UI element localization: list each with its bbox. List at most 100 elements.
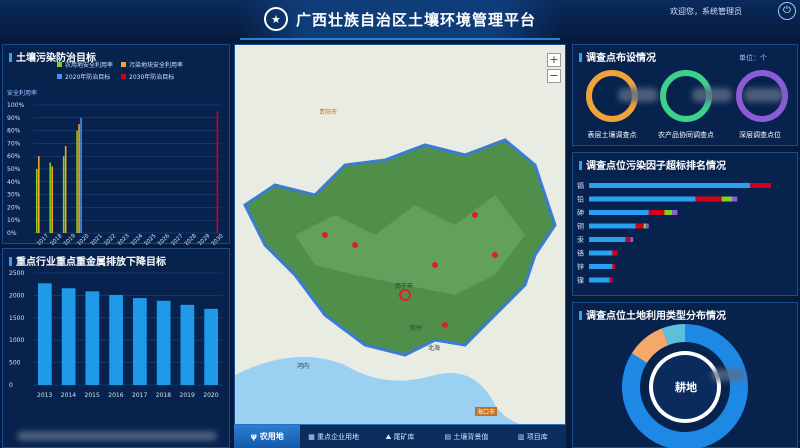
bar	[612, 264, 615, 269]
bar	[612, 250, 618, 256]
category-label: 铬	[577, 249, 584, 258]
tab-enterprise[interactable]: ▦ 重点企业用地	[300, 425, 366, 448]
bar	[648, 210, 665, 215]
legend-swatch	[121, 62, 126, 67]
y-tick: 20%	[7, 204, 21, 211]
tab-background[interactable]: ▤ 土壤背景值	[433, 425, 499, 448]
bar	[589, 210, 649, 215]
map-label: 北海	[428, 345, 441, 352]
bar	[646, 223, 649, 229]
bar	[64, 145, 67, 233]
power-icon[interactable]: ⏻	[778, 2, 796, 20]
zoom-out-button[interactable]: −	[547, 69, 561, 83]
landuse-donut: 耕地	[622, 324, 748, 448]
x-tick: 2017	[132, 392, 147, 399]
bar	[630, 237, 634, 242]
ring-label: 深层调查点位	[739, 131, 781, 139]
x-tick: 2018	[156, 392, 171, 399]
legend-swatch	[57, 62, 62, 67]
x-tick: 2021	[90, 233, 104, 245]
tab-label: 农用地	[259, 431, 284, 441]
emblem-icon: ★	[263, 7, 288, 31]
bar	[589, 277, 610, 283]
y-tick: 500	[9, 360, 21, 367]
bar	[664, 210, 673, 215]
bar	[643, 223, 647, 229]
donut-slice	[661, 324, 686, 346]
category-label: 汞	[577, 236, 584, 244]
pollutant-rank-panel: 调查点位污染因子超标排名情况 镉铅砷铜汞铬锌镍	[572, 152, 798, 296]
bar	[85, 291, 100, 385]
map-view[interactable]: + − 贵阳市 南宁市 钦州 北海 海口市 河内	[234, 44, 566, 448]
bar	[78, 124, 80, 233]
x-tick: 2014	[61, 392, 76, 399]
y-tick: 1000	[9, 337, 24, 344]
x-tick: 2019	[180, 392, 195, 399]
redacted-value	[692, 88, 732, 102]
y-tick: 0%	[7, 230, 17, 237]
bar	[750, 183, 771, 188]
bar	[156, 300, 171, 385]
y-tick: 2000	[9, 292, 24, 299]
bar	[76, 130, 78, 233]
bar	[216, 111, 219, 233]
map-label: 河内	[297, 363, 310, 370]
wheat-icon: ψ	[250, 431, 260, 441]
legend-label: 农用地安全利用率	[65, 61, 113, 69]
category-label: 砷	[577, 208, 584, 217]
bar	[62, 156, 65, 233]
landuse-panel: 调查点位土地利用类型分布情况 耕地	[572, 302, 798, 448]
bar	[635, 223, 644, 229]
bar	[133, 298, 147, 385]
bar	[109, 294, 123, 385]
bar	[589, 264, 613, 269]
category-label: 镍	[577, 276, 584, 285]
bar	[204, 308, 218, 385]
layer-tabbar: ψ 农用地 ▦ 重点企业用地 ⛰ 尾矿库 ▤ 土壤背景值 ▥ 项目库	[234, 424, 566, 448]
unit-label: 单位：个	[739, 54, 767, 62]
y-tick: 70%	[7, 140, 21, 147]
bar	[38, 156, 40, 233]
bar	[589, 183, 751, 188]
tab-farmland[interactable]: ψ 农用地	[234, 424, 301, 448]
y-tick: 1500	[9, 315, 24, 322]
y-tick: 90%	[7, 115, 21, 122]
redacted-label	[711, 369, 745, 381]
welcome-text: 欢迎您，系统管理员	[670, 7, 742, 16]
bar	[80, 117, 82, 233]
x-tick: 2016	[108, 392, 123, 399]
redacted-value	[744, 88, 784, 102]
title-banner: ★ 广西壮族自治区土壤环境管理平台	[240, 0, 560, 40]
tab-label: 重点企业用地	[317, 432, 360, 441]
tab-tailings[interactable]: ⛰ 尾矿库	[367, 425, 433, 448]
map-label: 贵阳市	[319, 109, 338, 116]
x-tick: 2013	[37, 392, 52, 399]
map-label: 钦州	[410, 325, 423, 332]
center-label: 耕地	[675, 380, 697, 394]
bar	[61, 288, 76, 385]
map-canvas[interactable]	[235, 45, 566, 448]
tab-projects[interactable]: ▥ 项目库	[500, 425, 566, 448]
rank-chart: 镉铅砷铜汞铬锌镍	[577, 181, 771, 285]
y-tick: 40%	[7, 179, 21, 186]
donut-slice	[631, 328, 669, 364]
category-label: 铜	[577, 222, 584, 231]
legend-label: 污染地块安全利用率	[129, 61, 183, 69]
x-tick: 2020	[203, 392, 218, 399]
legend-swatch	[121, 74, 126, 79]
map-label: 南宁市	[395, 283, 414, 290]
bar	[695, 196, 722, 202]
mine-icon: ⛰	[385, 432, 394, 441]
y-tick: 60%	[7, 153, 21, 160]
y-tick: 2500	[9, 270, 24, 277]
zoom-in-button[interactable]: +	[547, 53, 561, 67]
bar	[49, 162, 52, 233]
legend-label: 2030年防治目标	[129, 73, 174, 81]
legend-swatch	[57, 74, 62, 79]
y-tick: 80%	[7, 128, 21, 135]
panel-title: 调查点布设情况	[579, 49, 656, 64]
pollution-target-panel: 土壤污染防治目标 农用地安全利用率 污染地块安全利用率 2020年防治目标 2030年…	[2, 44, 230, 245]
target-chart: 农用地安全利用率 污染地块安全利用率 2020年防治目标 2030年防治目标安全利用率…	[7, 61, 225, 245]
emission-target-panel: 重点行业重点重金属排放下降目标 0 500 1000 1500 2000 2500 2013…	[2, 248, 230, 448]
bar	[51, 166, 54, 233]
